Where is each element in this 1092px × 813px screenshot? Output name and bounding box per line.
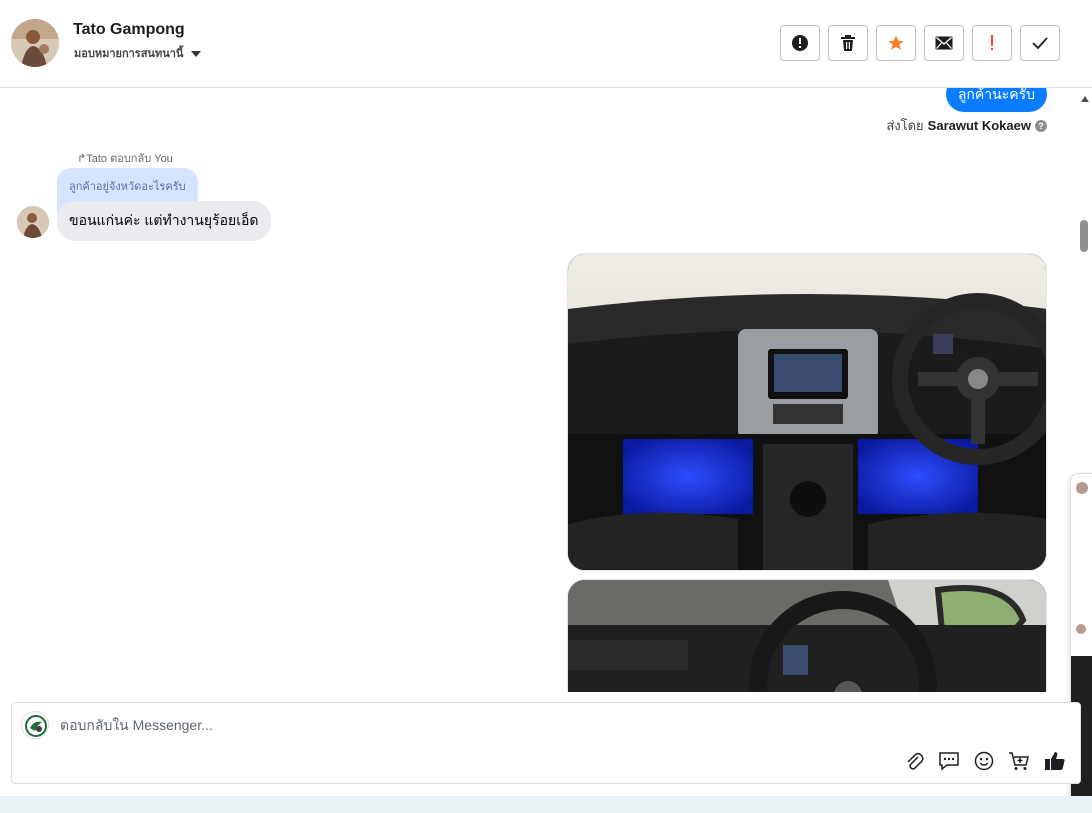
attachment-icon[interactable] bbox=[904, 751, 924, 771]
saved-reply-icon[interactable] bbox=[938, 751, 960, 771]
assign-conversation-dropdown[interactable]: มอบหมายการสนทนานี้ bbox=[74, 44, 202, 62]
reply-input[interactable] bbox=[60, 717, 860, 733]
scroll-up-arrow-icon[interactable] bbox=[1081, 96, 1089, 102]
page-bottom-strip bbox=[0, 796, 1092, 813]
conversation-header: Tato Gampong มอบหมายการสนทนานี้ bbox=[0, 0, 1092, 88]
composer-tools bbox=[904, 751, 1066, 771]
sender-avatar[interactable] bbox=[17, 206, 49, 238]
reply-arrow-icon: ↱ bbox=[77, 153, 87, 165]
image-attachment[interactable] bbox=[567, 253, 1047, 571]
scroll-thumb[interactable] bbox=[1080, 220, 1088, 252]
delete-button[interactable] bbox=[828, 25, 868, 61]
received-message-bubble[interactable]: ขอนแก่นค่ะ แต่ทำงานยุร้อยเอ็ด bbox=[57, 201, 271, 241]
help-icon[interactable]: ? bbox=[1035, 119, 1047, 132]
peek-avatar bbox=[1076, 482, 1088, 494]
mark-spam-button[interactable] bbox=[780, 25, 820, 61]
sent-by-prefix: ส่งโดย bbox=[886, 118, 924, 133]
message-composer bbox=[11, 702, 1081, 784]
emoji-icon[interactable] bbox=[974, 751, 994, 771]
trash-icon bbox=[841, 35, 855, 51]
alert-circle-icon bbox=[792, 35, 808, 51]
thumbs-up-icon[interactable] bbox=[1044, 751, 1066, 771]
assign-label: มอบหมายการสนทนานี้ bbox=[74, 48, 184, 60]
exclamation-icon bbox=[991, 35, 993, 50]
cart-icon[interactable] bbox=[1008, 751, 1030, 771]
peek-avatar bbox=[1076, 624, 1086, 634]
caret-down-icon bbox=[191, 50, 202, 57]
contact-name[interactable]: Tato Gampong bbox=[73, 21, 185, 39]
follow-up-button[interactable] bbox=[972, 25, 1012, 61]
mark-done-button[interactable] bbox=[1020, 25, 1060, 61]
sent-by-name: Sarawut Kokaew bbox=[927, 118, 1031, 133]
reply-meta-text: Tato ตอบกลับ You bbox=[86, 153, 173, 165]
image-attachment[interactable] bbox=[567, 579, 1047, 692]
star-button[interactable] bbox=[876, 25, 916, 61]
star-icon bbox=[888, 35, 904, 50]
conversation-toolbar bbox=[780, 25, 1060, 61]
message-thread[interactable]: ลูกค้านะครับ ส่งโดย Sarawut Kokaew ? ↱Ta… bbox=[0, 88, 1078, 692]
sent-by-info: ส่งโดย Sarawut Kokaew ? bbox=[886, 115, 1047, 136]
page-avatar bbox=[21, 711, 49, 739]
envelope-icon bbox=[935, 36, 953, 50]
contact-avatar[interactable] bbox=[11, 19, 59, 67]
check-icon bbox=[1032, 37, 1048, 49]
sent-message-bubble[interactable]: ลูกค้านะครับ bbox=[945, 88, 1047, 112]
mark-unread-button[interactable] bbox=[924, 25, 964, 61]
reply-meta: ↱Tato ตอบกลับ You bbox=[77, 149, 173, 167]
